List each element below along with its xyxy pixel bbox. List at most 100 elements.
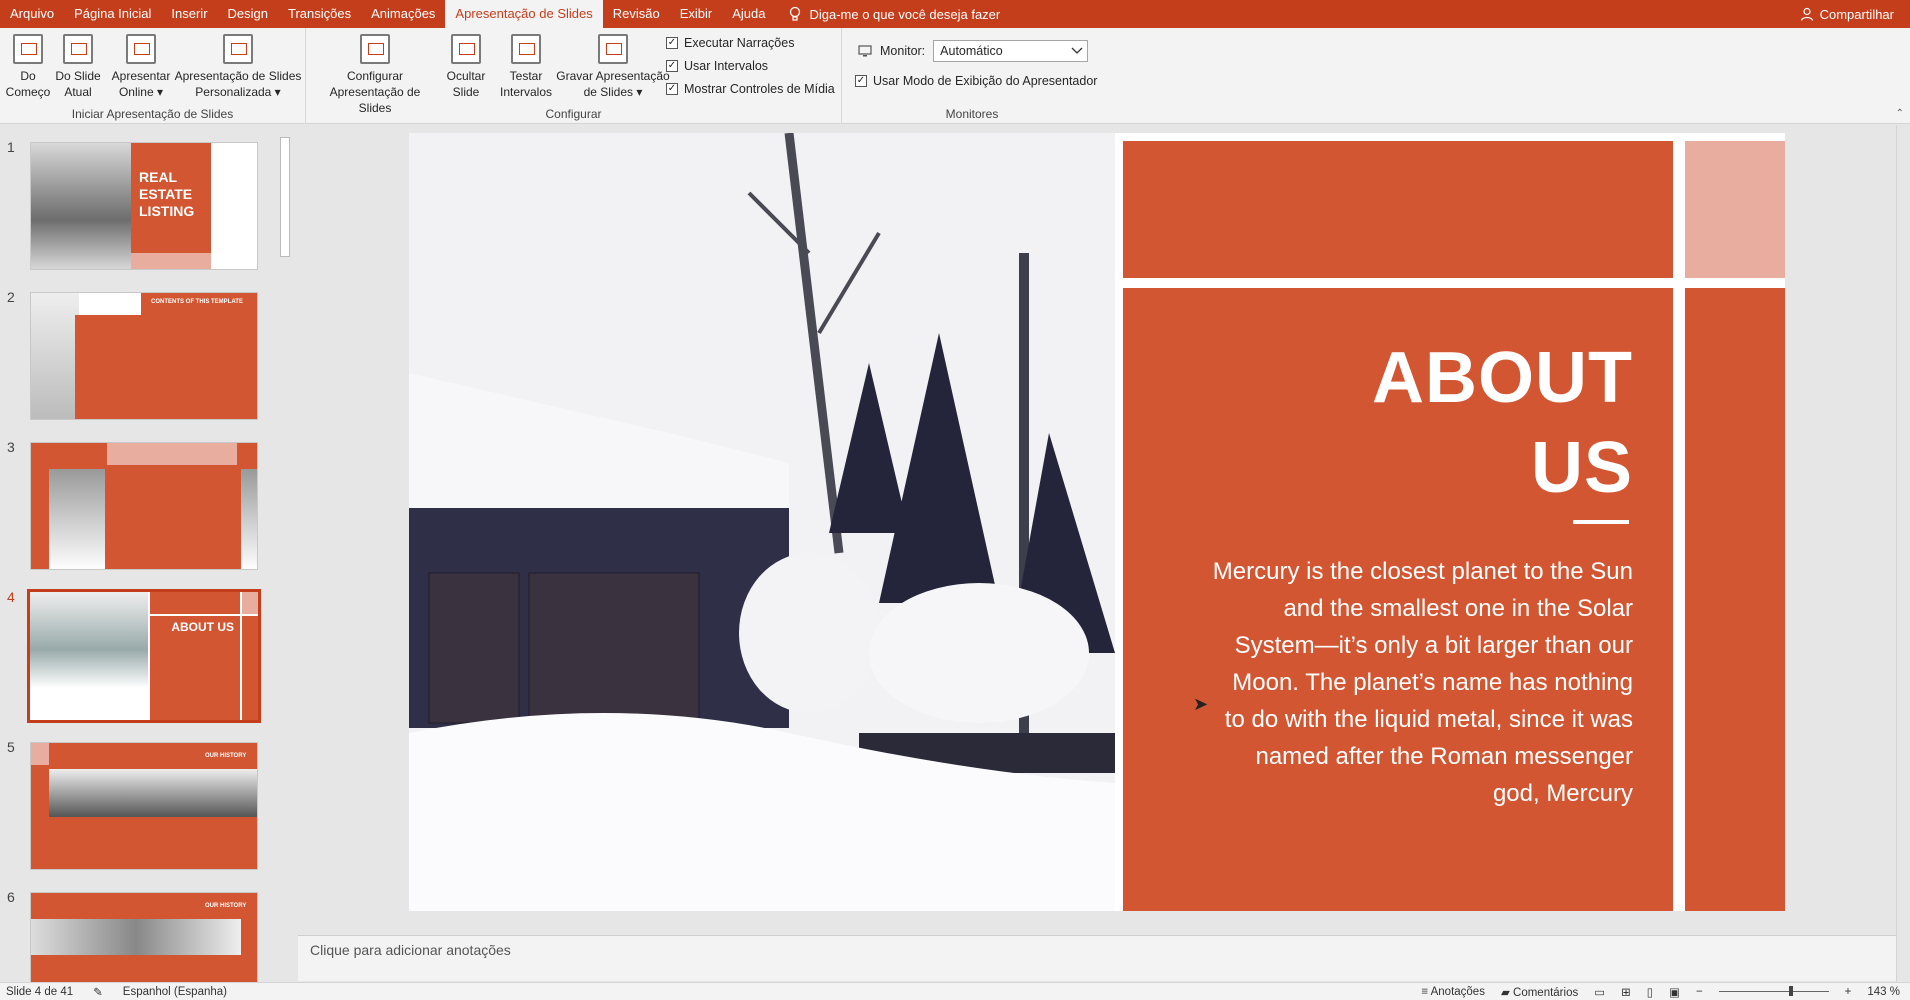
hide-slide-button[interactable]: Ocultar Slide xyxy=(442,34,490,100)
thumbnail-number: 1 xyxy=(7,139,15,155)
tell-me-text: Diga-me o que você deseja fazer xyxy=(809,6,1001,22)
play-current-icon xyxy=(63,34,93,64)
chevron-down-icon xyxy=(1071,47,1083,54)
mouse-cursor-icon: ➤ xyxy=(1193,694,1209,714)
present-online-button[interactable]: Apresentar Online ▾ xyxy=(108,34,174,100)
tell-me-box[interactable]: Diga-me o que você deseja fazer xyxy=(789,6,1000,22)
normal-view-icon[interactable]: ▭ xyxy=(1594,985,1605,999)
slide-sorter-icon[interactable]: ⊞ xyxy=(1621,985,1631,999)
spellcheck-icon[interactable]: ✎ xyxy=(93,985,103,999)
title-divider xyxy=(1573,520,1629,524)
zoom-slider[interactable] xyxy=(1718,986,1829,996)
checkmark-icon: ✓ xyxy=(666,83,678,95)
tab-transicoes[interactable]: Transições xyxy=(278,0,361,28)
group-label-start: Iniciar Apresentação de Slides xyxy=(71,107,234,121)
ribbon: Do Começo Do Slide Atual Apresentar Onli… xyxy=(0,28,1910,124)
pink-accent-block xyxy=(1685,141,1785,278)
notes-toggle[interactable]: ≡ Anotações xyxy=(1421,986,1485,998)
thumbnail-title: OUR HISTORY xyxy=(205,903,247,909)
slide-canvas[interactable]: ABOUT US Mercury is the closest planet t… xyxy=(409,133,1785,911)
group-start-show: Do Começo Do Slide Atual Apresentar Onli… xyxy=(0,28,306,124)
tab-arquivo[interactable]: Arquivo xyxy=(0,0,64,28)
thumbnail-image: OUR HISTORY xyxy=(30,742,258,870)
share-button[interactable]: Compartilhar xyxy=(1800,7,1894,22)
scrollbar-thumb[interactable] xyxy=(280,137,290,257)
tab-revisao[interactable]: Revisão xyxy=(603,0,670,28)
slide-thumbnail-panel: 1 REAL ESTATE LISTING 2 CONTENTS OF THIS… xyxy=(0,125,296,982)
thumbnail-image: ABOUT US xyxy=(27,589,261,723)
slide-title-line-2: US xyxy=(1530,428,1633,508)
collapse-ribbon-icon[interactable]: ⌃ xyxy=(1896,108,1904,119)
tab-exibir[interactable]: Exibir xyxy=(670,0,723,28)
slide-title[interactable]: ABOUT US xyxy=(1123,333,1633,513)
monitor-row: Monitor: Automático xyxy=(858,40,1089,62)
record-show-button[interactable]: Gravar Apresentação de Slides ▾ xyxy=(552,34,674,100)
thumbnail-scrollbar[interactable] xyxy=(278,125,292,982)
monitor-value: Automático xyxy=(940,44,1003,58)
group-label-setup: Configurar xyxy=(545,107,602,121)
language-indicator[interactable]: Espanhol (Espanha) xyxy=(123,986,227,998)
thumbnail-slide-6[interactable]: 6 OUR HISTORY xyxy=(0,889,280,982)
use-timings-checkbox[interactable]: ✓ Usar Intervalos xyxy=(666,59,768,73)
thumbnail-title: REAL ESTATE LISTING xyxy=(139,169,195,219)
monitor-icon xyxy=(858,45,872,57)
setup-show-button[interactable]: Configurar Apresentação de Slides xyxy=(312,34,438,116)
snowy-house-photo xyxy=(409,133,1115,911)
tab-inserir[interactable]: Inserir xyxy=(161,0,217,28)
slide-body-text[interactable]: Mercury is the closest planet to the Sun… xyxy=(1209,553,1633,812)
custom-show-button[interactable]: Apresentação de Slides Personalizada ▾ xyxy=(174,34,302,100)
thumbnail-title: ABOUT US xyxy=(171,620,234,634)
play-narrations-checkbox[interactable]: ✓ Executar Narrações xyxy=(666,36,794,50)
tab-animacoes[interactable]: Animações xyxy=(361,0,445,28)
stopwatch-icon xyxy=(511,34,541,64)
group-setup: Configurar Apresentação de Slides Oculta… xyxy=(306,28,842,124)
slide-counter: Slide 4 de 41 xyxy=(6,985,74,998)
person-icon xyxy=(1800,7,1813,21)
status-bar: Slide 4 de 41 ✎ Espanhol (Espanha) ≡ Ano… xyxy=(0,982,1910,1000)
reading-view-icon[interactable]: ▯ xyxy=(1647,985,1653,999)
thumbnail-image: CONTENTS OF THIS TEMPLATE xyxy=(30,292,258,420)
comments-toggle[interactable]: ▰ Comentários xyxy=(1501,985,1578,999)
from-current-button[interactable]: Do Slide Atual xyxy=(54,34,102,100)
monitor-select[interactable]: Automático xyxy=(933,40,1089,62)
custom-show-icon xyxy=(223,34,253,64)
thumbnail-number: 5 xyxy=(7,739,15,755)
record-icon xyxy=(598,34,628,64)
zoom-level[interactable]: 143 % xyxy=(1867,986,1900,998)
rehearse-timings-button[interactable]: Testar Intervalos xyxy=(496,34,556,100)
show-media-controls-checkbox[interactable]: ✓ Mostrar Controles de Mídia xyxy=(666,82,835,96)
thumbnail-title: CONTENTS OF THIS TEMPLATE xyxy=(151,299,243,305)
group-label-monitors: Monitores xyxy=(945,107,999,121)
tab-design[interactable]: Design xyxy=(218,0,278,28)
thumbnail-slide-4[interactable]: 4 ABOUT US xyxy=(0,589,280,723)
thumbnail-number: 6 xyxy=(7,889,15,905)
slideshow-view-icon[interactable]: ▣ xyxy=(1669,985,1680,999)
tab-ajuda[interactable]: Ajuda xyxy=(722,0,775,28)
slide-title-line-1: ABOUT xyxy=(1372,338,1633,418)
checkmark-icon: ✓ xyxy=(666,60,678,72)
setup-show-icon xyxy=(360,34,390,64)
presenter-view-checkbox[interactable]: ✓ Usar Modo de Exibição do Apresentador xyxy=(855,74,1097,88)
thumbnail-slide-5[interactable]: 5 OUR HISTORY xyxy=(0,739,280,870)
thumbnail-image xyxy=(30,442,258,570)
thumbnail-slide-1[interactable]: 1 REAL ESTATE LISTING xyxy=(0,139,280,270)
thumbnail-slide-3[interactable]: 3 xyxy=(0,439,280,570)
zoom-out-button[interactable]: − xyxy=(1696,986,1703,998)
notes-pane[interactable]: Clique para adicionar anotações xyxy=(298,935,1896,981)
orange-side-strip xyxy=(1685,288,1785,911)
zoom-slider-knob[interactable] xyxy=(1788,986,1793,996)
tab-pagina-inicial[interactable]: Página Inicial xyxy=(64,0,161,28)
tab-apresentacao-de-slides[interactable]: Apresentação de Slides xyxy=(445,0,603,28)
thumbnail-number: 3 xyxy=(7,439,15,455)
checkmark-icon: ✓ xyxy=(855,75,867,87)
orange-header-block xyxy=(1123,141,1673,278)
lightbulb-icon xyxy=(790,6,801,21)
hide-slide-icon xyxy=(451,34,481,64)
slide-scrollbar[interactable] xyxy=(1896,125,1910,982)
zoom-in-button[interactable]: + xyxy=(1845,986,1852,998)
checkmark-icon: ✓ xyxy=(666,37,678,49)
share-label: Compartilhar xyxy=(1819,6,1894,22)
thumbnail-slide-2[interactable]: 2 CONTENTS OF THIS TEMPLATE xyxy=(0,289,280,420)
from-beginning-button[interactable]: Do Começo xyxy=(6,34,50,100)
thumbnail-title: OUR HISTORY xyxy=(205,753,247,759)
